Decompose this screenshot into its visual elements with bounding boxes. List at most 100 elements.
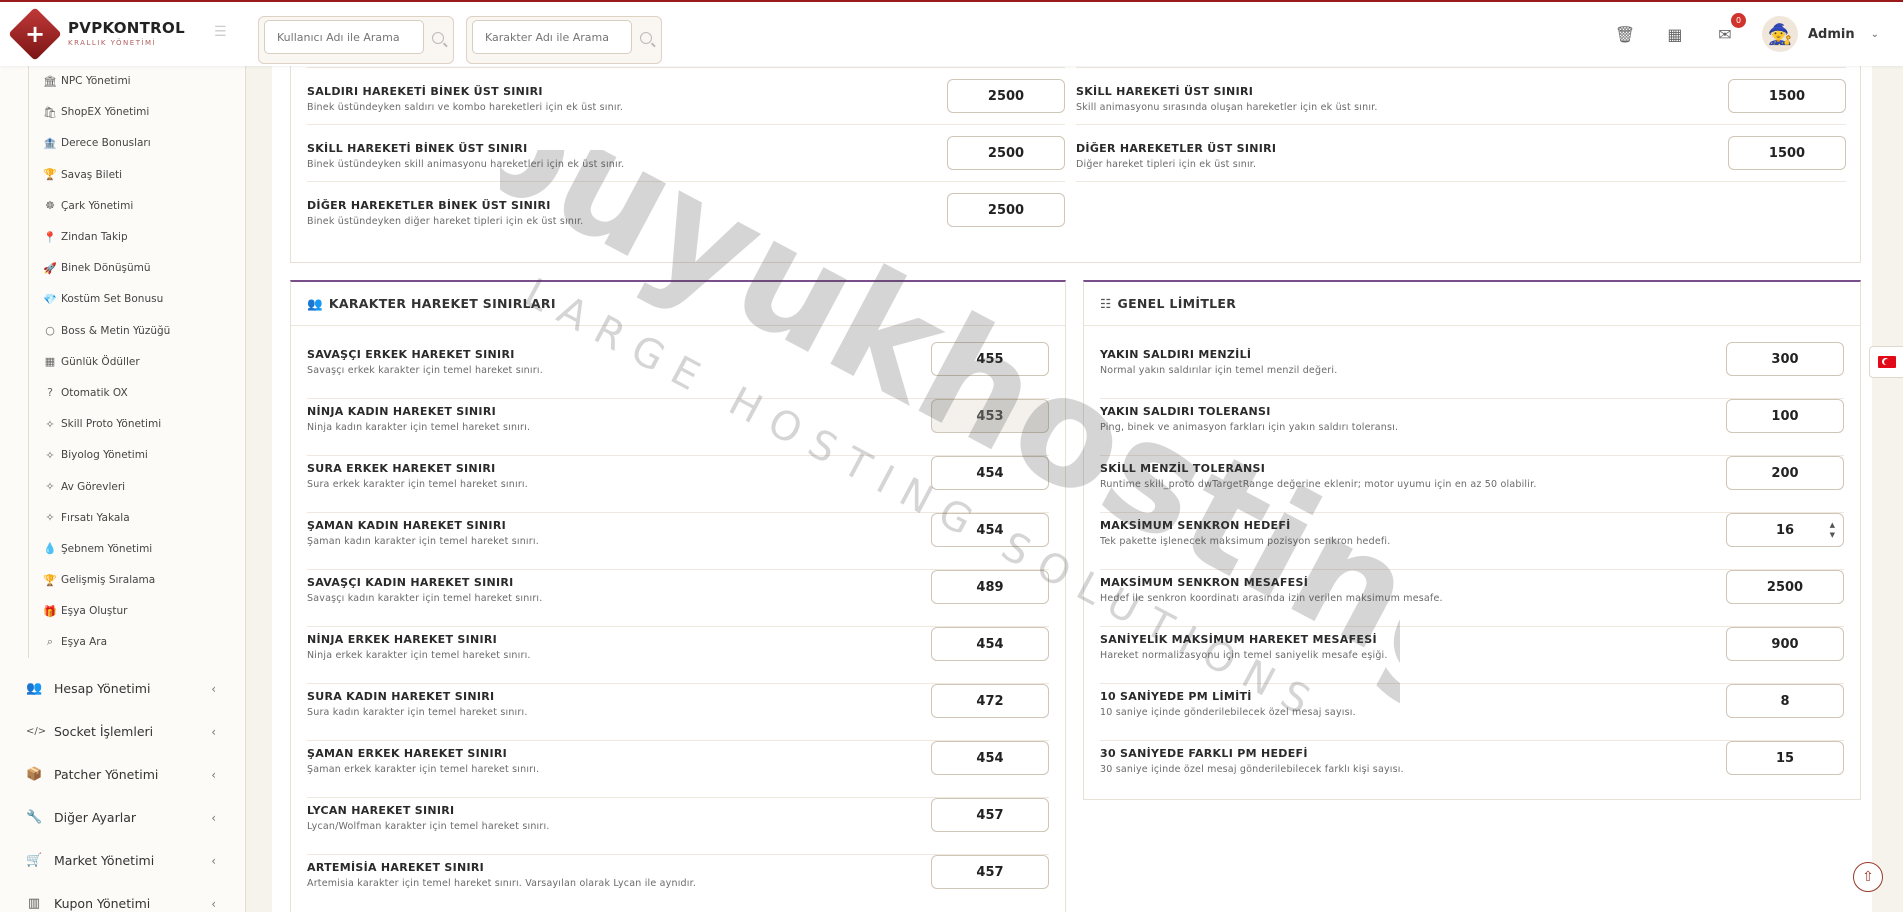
user-search-input[interactable] [264, 20, 424, 54]
setting-title: ARTEMİSİA HAREKET SINIRI [307, 861, 485, 874]
setting-value: 8 [1780, 693, 1790, 709]
sidebar-subitem[interactable]: ✧ Av Görevleri [29, 471, 245, 502]
brand-logo[interactable]: + PVPKONTROL KRALLIK YÖNETİMİ [0, 2, 246, 66]
setting-description: Sura erkek karakter için temel hareket s… [307, 479, 528, 490]
sidebar-subitem-label: ShopEX Yönetimi [61, 106, 150, 119]
setting-value: 100 [1771, 408, 1799, 424]
setting-value-input[interactable]: 200 [1726, 456, 1844, 490]
sidebar-subitem-label: Fırsatı Yakala [61, 511, 130, 524]
sidebar-main-menu: 👥 Hesap Yönetimi ‹ </> Socket İşlemleri ‹ 📦 Pat… [0, 667, 245, 912]
setting-row: ARTEMİSİA HAREKET SINIRI Artemisia karakt… [307, 855, 1049, 912]
sidebar-subitem[interactable]: 🚀 Binek Dönüşümü [29, 253, 245, 284]
search-icon[interactable] [640, 32, 652, 44]
sidebar-subitem[interactable]: 📍 Zindan Takip [29, 221, 245, 252]
sidebar-subitem[interactable]: ▦ Günlük Ödüller [29, 346, 245, 377]
sidebar-subitem[interactable]: ☸ Çark Yönetimi [29, 190, 245, 221]
admin-name[interactable]: Admin [1808, 27, 1855, 42]
setting-description: Sura kadın karakter için temel hareket s… [307, 707, 528, 718]
setting-value-input[interactable]: 900 [1726, 627, 1844, 661]
sidebar-subitem-label: Savaş Bileti [61, 168, 123, 181]
setting-value-input[interactable]: 455 [931, 342, 1049, 376]
setting-row: DİĞER HAREKETLER ÜST SINIRI Diğer hareket… [1076, 125, 1846, 182]
setting-title: NİNJA ERKEK HAREKET SINIRI [307, 633, 498, 646]
setting-value-input[interactable]: 454 [931, 513, 1049, 547]
trophy-icon: 🏆 [43, 573, 57, 587]
cart-icon: 🛒 [26, 853, 43, 868]
sidebar-subitem[interactable]: 🏦 Derece Bonusları [29, 128, 245, 159]
setting-title: 10 SANİYEDE PM LİMİTİ [1100, 690, 1252, 703]
stepper-arrows-icon[interactable]: ▲ ▼ [1830, 520, 1835, 540]
sidebar-subitem[interactable]: ✧ Biyolog Yönetimi [29, 440, 245, 471]
search-icon[interactable] [432, 32, 444, 44]
setting-title: NİNJA KADIN HAREKET SINIRI [307, 405, 496, 418]
setting-value-input[interactable]: 2500 [947, 136, 1065, 170]
sidebar-subitem[interactable]: ? Otomatik OX [29, 377, 245, 408]
sidebar-subitem-label: Çark Yönetimi [61, 199, 134, 212]
setting-value-input[interactable]: 454 [931, 627, 1049, 661]
setting-description: Skill animasyonu sırasında oluşan hareke… [1076, 102, 1378, 113]
setting-value-input[interactable]: 1500 [1728, 79, 1846, 113]
hamburger-icon[interactable]: ☰ [214, 24, 228, 40]
setting-value-input[interactable]: 457 [931, 855, 1049, 889]
setting-value-input[interactable]: 453 [931, 399, 1049, 433]
setting-description: Tek pakette işlenecek maksimum pozisyon … [1100, 536, 1391, 547]
sidebar-menu-item[interactable]: 🔧 Diğer Ayarlar ‹ [0, 796, 245, 839]
avatar[interactable]: 🧙 [1761, 16, 1798, 52]
sidebar-subitem[interactable]: 🏆 Savaş Bileti [29, 159, 245, 190]
calendar-icon[interactable]: ▦ [1664, 23, 1686, 45]
setting-value-input[interactable]: 16 ▲ ▼ [1726, 513, 1844, 547]
sidebar-menu-item[interactable]: ▥ Kupon Yönetimi ‹ [0, 882, 245, 912]
sidebar-subitem[interactable]: 🎁 Eşya Oluştur [29, 596, 245, 627]
setting-title: MAKSİMUM SENKRON MESAFESİ [1100, 576, 1309, 589]
sidebar-subitem-label: Biyolog Yönetimi [61, 449, 148, 462]
wand-icon: ✧ [45, 417, 55, 431]
setting-value-input[interactable]: 8 [1726, 684, 1844, 718]
setting-value-input[interactable]: 300 [1726, 342, 1844, 376]
setting-row: SURA KADIN HAREKET SINIRI Sura kadın kara… [307, 684, 1049, 741]
setting-value-input[interactable]: 2500 [1726, 570, 1844, 604]
setting-row: SAVAŞÇI KADIN HAREKET SINIRI Savaşçı kadı… [307, 570, 1049, 627]
setting-value-input[interactable]: 454 [931, 456, 1049, 490]
sidebar-subitem[interactable]: ○ Boss & Metin Yüzüğü [29, 315, 245, 346]
setting-title: SALDIRI HAREKETİ BİNEK ÜST SINIRI [307, 85, 543, 98]
sidebar-subitem[interactable]: 🏛 NPC Yönetimi [29, 66, 245, 97]
mail-icon[interactable]: ✉ 0 [1714, 13, 1746, 45]
sidebar-subitem[interactable]: ✧ Fırsatı Yakala [29, 502, 245, 533]
setting-value-input[interactable]: 2500 [947, 79, 1065, 113]
sidebar-menu-item[interactable]: 👥 Hesap Yönetimi ‹ [0, 667, 245, 710]
setting-row: MAKSİMUM SENKRON MESAFESİ Hedef ile senkr… [1100, 570, 1844, 627]
setting-value-input[interactable]: 1500 [1728, 136, 1846, 170]
chevron-down-icon[interactable]: ⌄ [1871, 29, 1879, 40]
trash-icon[interactable]: 🗑 [1614, 23, 1636, 45]
bank-icon: 🏦 [43, 136, 57, 150]
setting-value-input[interactable]: 100 [1726, 399, 1844, 433]
character-search-input[interactable] [472, 20, 632, 54]
sidebar-menu-item[interactable]: 🛒 Market Yönetimi ‹ [0, 839, 245, 882]
sidebar-subitem[interactable]: 💧 Şebnem Yönetimi [29, 533, 245, 564]
setting-value-input[interactable]: 472 [931, 684, 1049, 718]
sidebar-menu-item[interactable]: </> Socket İşlemleri ‹ [0, 710, 245, 753]
setting-value: 1500 [1768, 145, 1806, 161]
language-switcher[interactable] [1869, 346, 1903, 378]
scroll-to-top-button[interactable]: ⇧ [1853, 862, 1883, 892]
sidebar-subitem[interactable]: ⌕ Eşya Ara [29, 627, 245, 658]
top-bar: + PVPKONTROL KRALLIK YÖNETİMİ ☰ 🗑 ▦ ✉0 🧙… [0, 0, 1903, 66]
turkey-flag-icon [1877, 356, 1896, 368]
code-icon: </> [26, 726, 47, 737]
setting-value-input[interactable]: 15 [1726, 741, 1844, 775]
sidebar-menu-item[interactable]: 📦 Patcher Yönetimi ‹ [0, 753, 245, 796]
setting-value-input[interactable]: 489 [931, 570, 1049, 604]
card-header: ☷ GENEL LİMİTLER [1084, 282, 1860, 326]
setting-value-input[interactable]: 2500 [947, 193, 1065, 227]
sidebar-subitem[interactable]: 🏆 Gelişmiş Sıralama [29, 565, 245, 596]
setting-description: Ninja erkek karakter için temel hareket … [307, 650, 531, 661]
sidebar-subitem[interactable]: 💎 Kostüm Set Bonusu [29, 284, 245, 315]
setting-value-input[interactable]: 457 [931, 798, 1049, 832]
sidebar-menu-label: Kupon Yönetimi [54, 896, 151, 911]
setting-value: 2500 [987, 88, 1025, 104]
character-movement-card: 👥 KARAKTER HAREKET SINIRLARI SAVAŞÇI ERKE… [290, 280, 1066, 912]
sidebar-subitem[interactable]: ✧ Skill Proto Yönetimi [29, 409, 245, 440]
setting-title: SKİLL HAREKETİ BİNEK ÜST SINIRI [307, 142, 528, 155]
setting-value-input[interactable]: 454 [931, 741, 1049, 775]
sidebar-subitem[interactable]: 🛍 ShopEX Yönetimi [29, 97, 245, 128]
